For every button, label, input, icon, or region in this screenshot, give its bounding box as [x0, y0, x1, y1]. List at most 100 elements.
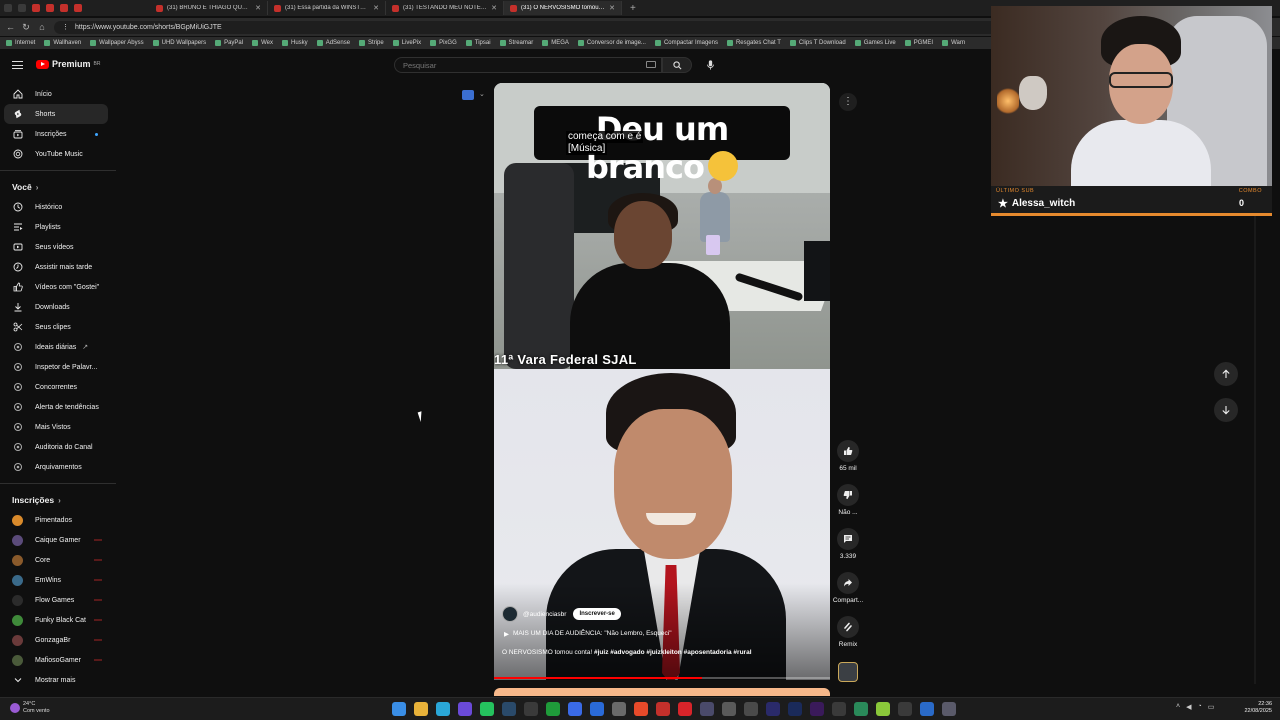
sidebar-item-assistir-mais-tarde[interactable]: Assistir mais tarde: [0, 257, 116, 277]
sidebar-item-channel[interactable]: MafiosoGamer: [0, 650, 116, 670]
browser-tab[interactable]: (31) BRUNO E THIAGO QUATRO CA ✕: [150, 1, 268, 15]
app-icon[interactable]: [722, 702, 736, 716]
sidebar-item-channel[interactable]: EmWins: [0, 570, 116, 590]
sidebar-item-ideais-diarias[interactable]: Ideais diárias ↗: [0, 337, 116, 357]
subscribe-button[interactable]: Inscrever-se: [573, 608, 621, 620]
network-icon[interactable]: ◔: [1197, 703, 1201, 711]
like-button[interactable]: 65 mil: [832, 440, 864, 472]
bookmark[interactable]: Tipsai: [465, 40, 491, 46]
pinned-tabs[interactable]: [0, 4, 150, 12]
previous-short-button[interactable]: [1214, 362, 1238, 386]
browser-tab[interactable]: (31) TESTANDO MEU NOTEBOOK ✕: [386, 1, 504, 15]
close-tab-icon[interactable]: ✕: [491, 4, 497, 12]
app-icon[interactable]: [590, 702, 604, 716]
show-more-button[interactable]: Mostrar mais: [0, 670, 116, 690]
browser-tab[interactable]: (31) Essa partida da WINSTREAK ✕: [268, 1, 386, 15]
hashtags[interactable]: #juiz #advogado #juizkleiton #aposentado…: [594, 649, 752, 656]
bookmark[interactable]: Games Live: [854, 40, 896, 46]
edge-browser-icon[interactable]: [436, 702, 450, 716]
search-button[interactable]: [662, 57, 692, 73]
bookmark[interactable]: Resgates Chat T: [726, 40, 781, 46]
sidebar-item-videos-gostei[interactable]: Vídeos com "Gostei": [0, 277, 116, 297]
channel-handle[interactable]: @audienciasbr: [523, 611, 566, 618]
close-tab-icon[interactable]: ✕: [255, 4, 261, 12]
settings-icon[interactable]: [942, 702, 956, 716]
app-icon[interactable]: [832, 702, 846, 716]
bookmark[interactable]: LivePix: [392, 40, 421, 46]
close-tab-icon[interactable]: ✕: [609, 4, 615, 12]
bookmark[interactable]: PixGG: [430, 40, 457, 46]
taskbar-clock[interactable]: 22:36 22/08/2025: [1236, 701, 1272, 715]
voice-search-button[interactable]: [700, 57, 720, 73]
pinned-tab-icon[interactable]: [18, 4, 26, 12]
battery-icon[interactable]: ▭: [1208, 703, 1215, 711]
app-icon[interactable]: [854, 702, 868, 716]
bookmark[interactable]: Wallpaper Abyss: [90, 40, 144, 46]
app-icon[interactable]: [700, 702, 714, 716]
youtube-tab-icon[interactable]: [32, 4, 40, 12]
youtube-logo[interactable]: Premium BR: [36, 59, 100, 69]
channel-avatar[interactable]: [502, 606, 518, 622]
premiere-icon[interactable]: [766, 702, 780, 716]
app-icon[interactable]: [876, 702, 890, 716]
app-icon[interactable]: [568, 702, 582, 716]
steam-icon[interactable]: [502, 702, 516, 716]
sidebar-item-auditoria-canal[interactable]: Auditoria do Canal: [0, 437, 116, 457]
short-description[interactable]: O NERVOSISMO tomou conta! #juiz #advogad…: [502, 648, 752, 658]
sidebar-section-voce[interactable]: Você ›: [0, 177, 116, 197]
sidebar-item-alerta-tendencias[interactable]: Alerta de tendências: [0, 397, 116, 417]
sidebar-item-historico[interactable]: Histórico: [0, 197, 116, 217]
keyboard-icon[interactable]: [646, 61, 656, 68]
youtube-tab-icon[interactable]: [60, 4, 68, 12]
sidebar-item-channel[interactable]: GonzagaBr: [0, 630, 116, 650]
progress-bar[interactable]: [494, 677, 830, 679]
app-icon[interactable]: [744, 702, 758, 716]
bookmark[interactable]: UHD Wallpapers: [152, 40, 206, 46]
audio-source-avatar[interactable]: [838, 662, 858, 682]
app-icon[interactable]: [920, 702, 934, 716]
app-icon[interactable]: [898, 702, 912, 716]
search-input[interactable]: Pesquisar: [394, 57, 662, 73]
windows-start-icon[interactable]: [392, 702, 406, 716]
more-options-button[interactable]: ⋮: [839, 93, 857, 111]
acrobat-icon[interactable]: [678, 702, 692, 716]
bookmark[interactable]: Internet: [6, 40, 35, 46]
bookmark[interactable]: PayPal: [215, 40, 243, 46]
comments-button[interactable]: 3.339: [832, 528, 864, 560]
sidebar-item-inscricoes[interactable]: Inscrições: [0, 124, 116, 144]
bookmark[interactable]: Warn: [942, 40, 965, 46]
bookmark[interactable]: Clips T Download: [789, 40, 846, 46]
sidebar-item-inspetor-palavras[interactable]: Inspetor de Palavr...: [0, 357, 116, 377]
next-short-button[interactable]: [1214, 398, 1238, 422]
weather-widget[interactable]: 24°C Com vento: [10, 701, 50, 715]
shorts-video-player[interactable]: Deu um branco começa com e é [Música] 11…: [494, 83, 830, 680]
photoshop-icon[interactable]: [788, 702, 802, 716]
sidebar-item-channel[interactable]: Core: [0, 550, 116, 570]
youtube-tab-icon[interactable]: [74, 4, 82, 12]
url-field[interactable]: ⋮ https://www.youtube.com/shorts/BGpMiUi…: [54, 20, 1014, 34]
browser-tab-active[interactable]: (31) O NERVOSISMO tomou conta ✕: [504, 1, 622, 15]
youtube-tab-icon[interactable]: [46, 4, 54, 12]
app-icon[interactable]: [656, 702, 670, 716]
home-icon[interactable]: ⌂: [38, 22, 46, 32]
sidebar-item-channel[interactable]: Caique Gamer: [0, 530, 116, 550]
back-icon[interactable]: ←: [6, 22, 15, 32]
sidebar-item-channel[interactable]: Flow Games: [0, 590, 116, 610]
speaker-icon[interactable]: ◀: [1186, 703, 1191, 711]
sidebar-item-mais-vistos[interactable]: Mais Vistos: [0, 417, 116, 437]
new-tab-button[interactable]: +: [622, 3, 636, 14]
close-tab-icon[interactable]: ✕: [373, 4, 379, 12]
bookmark[interactable]: Streamar: [499, 40, 533, 46]
sidebar-section-inscricoes[interactable]: Inscrições ›: [0, 490, 116, 510]
bookmark[interactable]: PGMEI: [904, 40, 933, 46]
sidebar-item-youtube-music[interactable]: YouTube Music: [0, 144, 116, 164]
sidebar-item-concorrentes[interactable]: Concorrentes: [0, 377, 116, 397]
bookmark[interactable]: AdSense: [316, 40, 350, 46]
media-encoder-icon[interactable]: [810, 702, 824, 716]
reload-icon[interactable]: ↻: [22, 22, 30, 33]
bookmark[interactable]: MEGA: [542, 40, 569, 46]
cast-icon[interactable]: [462, 90, 474, 100]
bookmark[interactable]: Stripe: [359, 40, 384, 46]
bookmark[interactable]: Husky: [282, 40, 308, 46]
whatsapp-icon[interactable]: [480, 702, 494, 716]
